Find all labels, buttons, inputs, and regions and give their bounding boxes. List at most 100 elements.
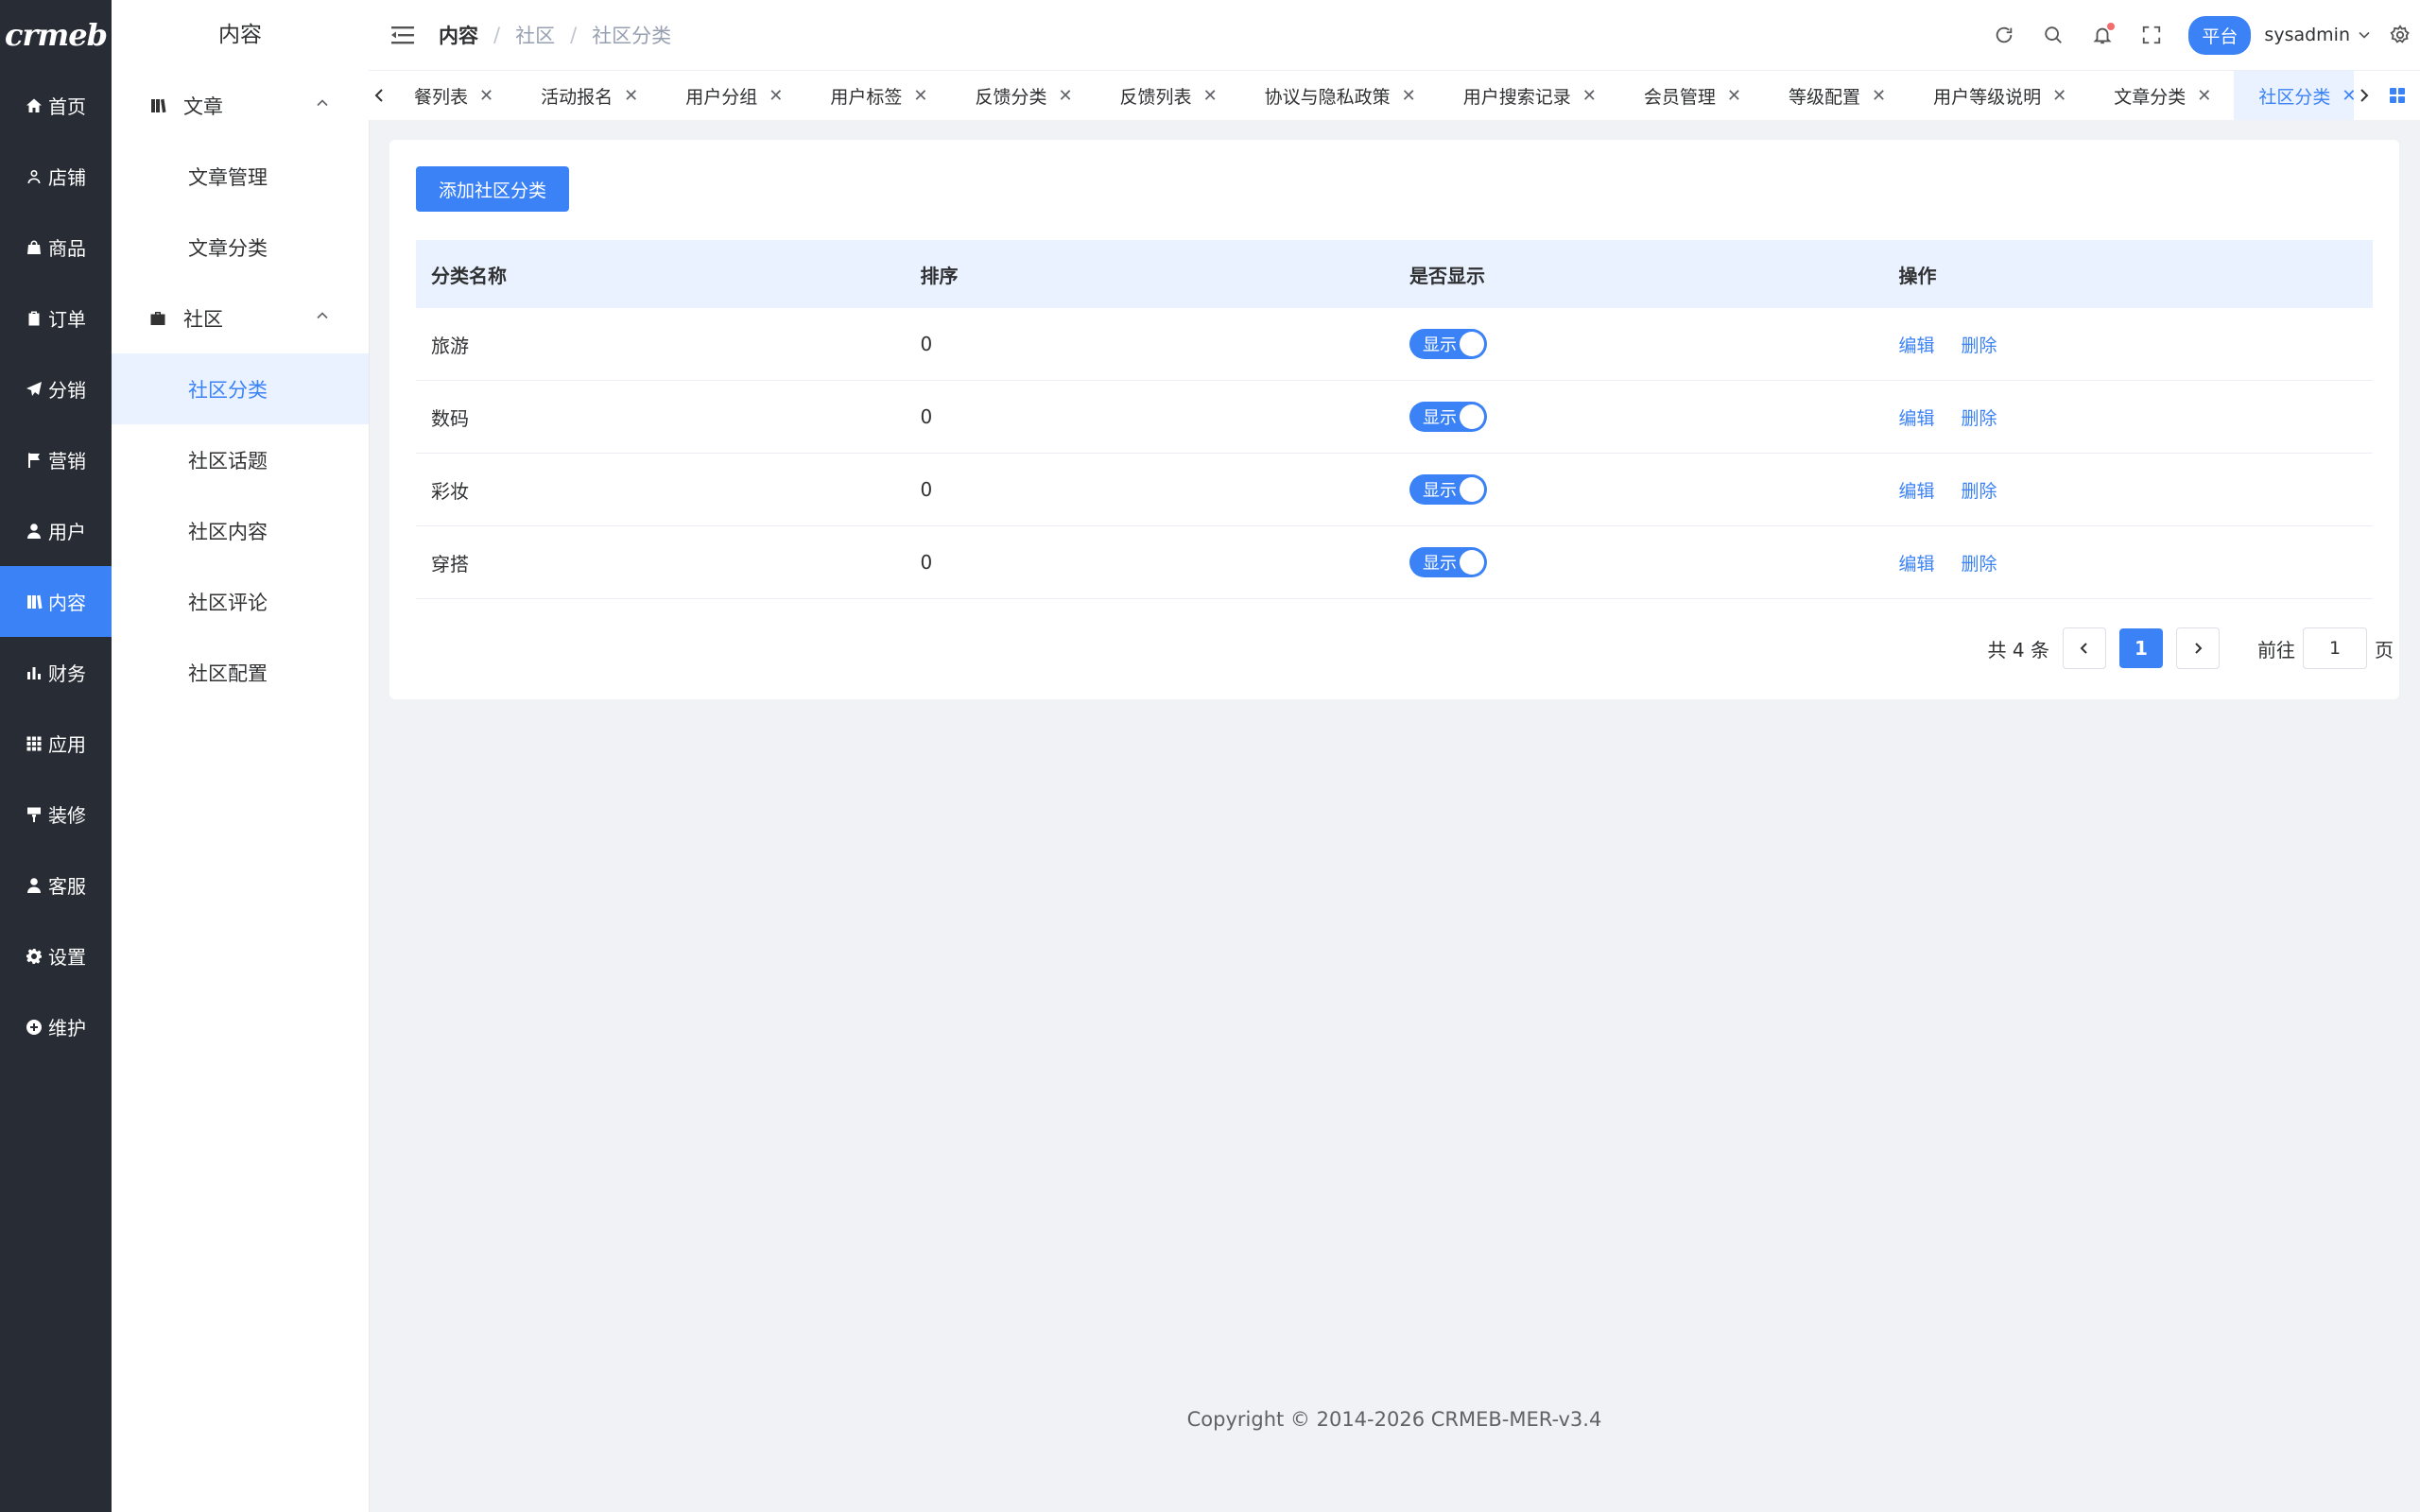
delete-button[interactable]: 删除 [1962,408,1997,429]
category-table: 分类名称 排序 是否显示 操作 旅游 0 显示 编辑 删除 数码 0 显示 编辑 删除 彩妆 0 显示编… [416,240,2373,599]
close-icon[interactable]: ✕ [1058,86,1072,106]
sidebar-item[interactable]: 社区话题 [112,424,369,495]
close-icon[interactable]: ✕ [1727,86,1741,106]
visibility-toggle[interactable]: 显示 [1409,547,1487,577]
rail-item[interactable]: 店铺 [0,141,112,212]
close-icon[interactable]: ✕ [2342,86,2354,106]
sidebar-group[interactable]: 社区 [112,283,369,353]
tabs-scroll-right-icon[interactable] [2354,85,2375,106]
breadcrumb-separator: / [493,24,501,46]
category-name: 彩妆 [416,453,906,526]
tab[interactable]: 活动报名 ✕ [516,71,661,120]
rail-item[interactable]: 订单 [0,283,112,353]
tab[interactable]: 餐列表 ✕ [389,71,516,120]
page-suffix: 页 [2375,638,2394,662]
bell-icon[interactable] [2092,23,2116,45]
tab[interactable]: 反馈分类 ✕ [950,71,1095,120]
sidebar-item[interactable]: 社区评论 [112,566,369,637]
tab[interactable]: 用户搜索记录 ✕ [1439,71,1619,120]
user-menu[interactable]: sysadmin [2264,25,2371,45]
tab[interactable]: 用户等级说明 ✕ [1909,71,2089,120]
rail-item[interactable]: 维护 [0,991,112,1062]
sidebar-item[interactable]: 社区分类 [112,353,369,424]
settings-gear-icon[interactable] [2390,25,2411,45]
rail-item[interactable]: 设置 [0,920,112,991]
actions-cell: 编辑 删除 [1883,380,2373,454]
rail-item[interactable]: 客服 [0,850,112,920]
tab[interactable]: 反馈列表 ✕ [1096,71,1240,120]
next-page-button[interactable] [2176,627,2220,669]
actions-cell: 编辑 删除 [1883,453,2373,526]
sort-value: 0 [905,380,1394,454]
visibility-cell: 显示 [1394,380,1884,454]
user-icon [26,877,43,894]
delete-button[interactable]: 删除 [1962,554,1997,575]
rail-item[interactable]: 用户 [0,495,112,566]
rail-item[interactable]: 应用 [0,708,112,779]
sidebar-group[interactable]: 文章 [112,70,369,141]
delete-button[interactable]: 删除 [1962,481,1997,502]
close-icon[interactable]: ✕ [2197,86,2211,106]
sidebar-item[interactable]: 社区配置 [112,637,369,708]
fullscreen-icon[interactable] [2141,25,2162,45]
rail-item[interactable]: 首页 [0,70,112,141]
column-header: 分类名称 [416,240,906,308]
sidebar-item[interactable]: 文章管理 [112,141,369,212]
rail-item[interactable]: 分销 [0,353,112,424]
tab[interactable]: 用户标签 ✕ [805,71,950,120]
column-header: 排序 [905,240,1394,308]
sidebar-item[interactable]: 文章分类 [112,212,369,283]
close-icon[interactable]: ✕ [913,86,927,106]
search-icon[interactable] [2043,25,2064,45]
tabs-menu-grid-icon[interactable] [2388,86,2407,105]
rail-item[interactable]: 内容 [0,566,112,637]
toggle-knob [1460,332,1484,356]
sort-value: 0 [905,453,1394,526]
close-icon[interactable]: ✕ [624,86,638,106]
prev-page-button[interactable] [2063,627,2106,669]
rail-item[interactable]: 营销 [0,424,112,495]
close-icon[interactable]: ✕ [1203,86,1218,106]
visibility-toggle[interactable]: 显示 [1409,474,1487,505]
goto-label: 前往 [2257,638,2295,662]
paper-plane-icon [26,381,43,398]
tab[interactable]: 文章分类 ✕ [2089,71,2234,120]
rail-item[interactable]: 装修 [0,779,112,850]
close-icon[interactable]: ✕ [1582,86,1597,106]
visibility-toggle[interactable]: 显示 [1409,402,1487,432]
tab[interactable]: 等级配置 ✕ [1764,71,1909,120]
rail-item[interactable]: 商品 [0,212,112,283]
goto-page-input[interactable] [2303,627,2367,669]
delete-button[interactable]: 删除 [1962,335,1997,356]
tab[interactable]: 会员管理 ✕ [1619,71,1764,120]
close-icon[interactable]: ✕ [1402,86,1416,106]
tab[interactable]: 协议与隐私政策 ✕ [1240,71,1439,120]
breadcrumb-item[interactable]: 内容 [439,21,478,49]
table-row: 旅游 0 显示 编辑 删除 [416,308,2373,381]
rail-item[interactable]: 财务 [0,637,112,708]
edit-button[interactable]: 编辑 [1899,481,1935,502]
sidebar-item[interactable]: 社区内容 [112,495,369,566]
tab[interactable]: 用户分组 ✕ [661,71,805,120]
close-icon[interactable]: ✕ [1872,86,1886,106]
breadcrumb-item[interactable]: 社区 [515,21,555,49]
edit-button[interactable]: 编辑 [1899,335,1935,356]
edit-button[interactable]: 编辑 [1899,554,1935,575]
menu-collapse-icon[interactable] [391,26,414,44]
toggle-knob [1460,477,1484,502]
edit-button[interactable]: 编辑 [1899,408,1935,429]
page-number[interactable]: 1 [2119,628,2163,668]
close-icon[interactable]: ✕ [2052,86,2066,106]
close-icon[interactable]: ✕ [479,86,493,106]
book-icon [26,593,43,610]
toggle-label: 显示 [1423,335,1457,355]
tab[interactable]: 社区分类 ✕ [2234,71,2354,120]
toggle-label: 显示 [1423,408,1457,428]
close-icon[interactable]: ✕ [769,86,783,106]
platform-button[interactable]: 平台 [2188,15,2252,55]
add-community-category-button[interactable]: 添加社区分类 [416,166,570,212]
visibility-toggle[interactable]: 显示 [1409,329,1487,359]
tab-label: 文章分类 [2114,86,2187,108]
tabs-scroll-left-icon[interactable] [369,85,389,106]
refresh-icon[interactable] [1994,25,2014,45]
